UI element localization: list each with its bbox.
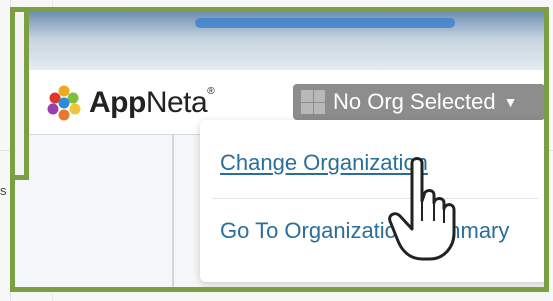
org-squares-icon <box>301 90 325 114</box>
blurred-accent <box>195 18 455 28</box>
trademark: ® <box>207 86 215 97</box>
org-dropdown-menu: Change Organization Go To Organization S… <box>200 120 544 282</box>
brand-bold: App <box>89 86 146 119</box>
caret-down-icon: ▼ <box>503 94 518 110</box>
appneta-cube-icon <box>47 85 81 121</box>
brand-name: AppNeta® <box>89 86 215 120</box>
column-divider <box>172 135 174 287</box>
appneta-logo[interactable]: AppNeta® <box>45 84 215 122</box>
partial-label: s <box>0 183 7 198</box>
org-selector-label: No Org Selected <box>333 89 496 114</box>
brand-rest: Neta <box>145 86 208 119</box>
menu-divider <box>212 198 538 199</box>
org-icon-square <box>313 102 325 114</box>
org-icon-square <box>313 90 325 102</box>
blurred-top-bar <box>15 12 544 70</box>
org-icon-square <box>301 102 313 114</box>
org-selector-button[interactable]: No Org Selected ▼ <box>293 84 544 120</box>
zoom-callout-frame: AppNeta® No Org Selected ▼ Change Organi… <box>10 7 549 292</box>
frame-inner-corner <box>15 12 29 180</box>
hand-pointer-icon <box>388 157 456 261</box>
org-icon-square <box>301 90 313 102</box>
